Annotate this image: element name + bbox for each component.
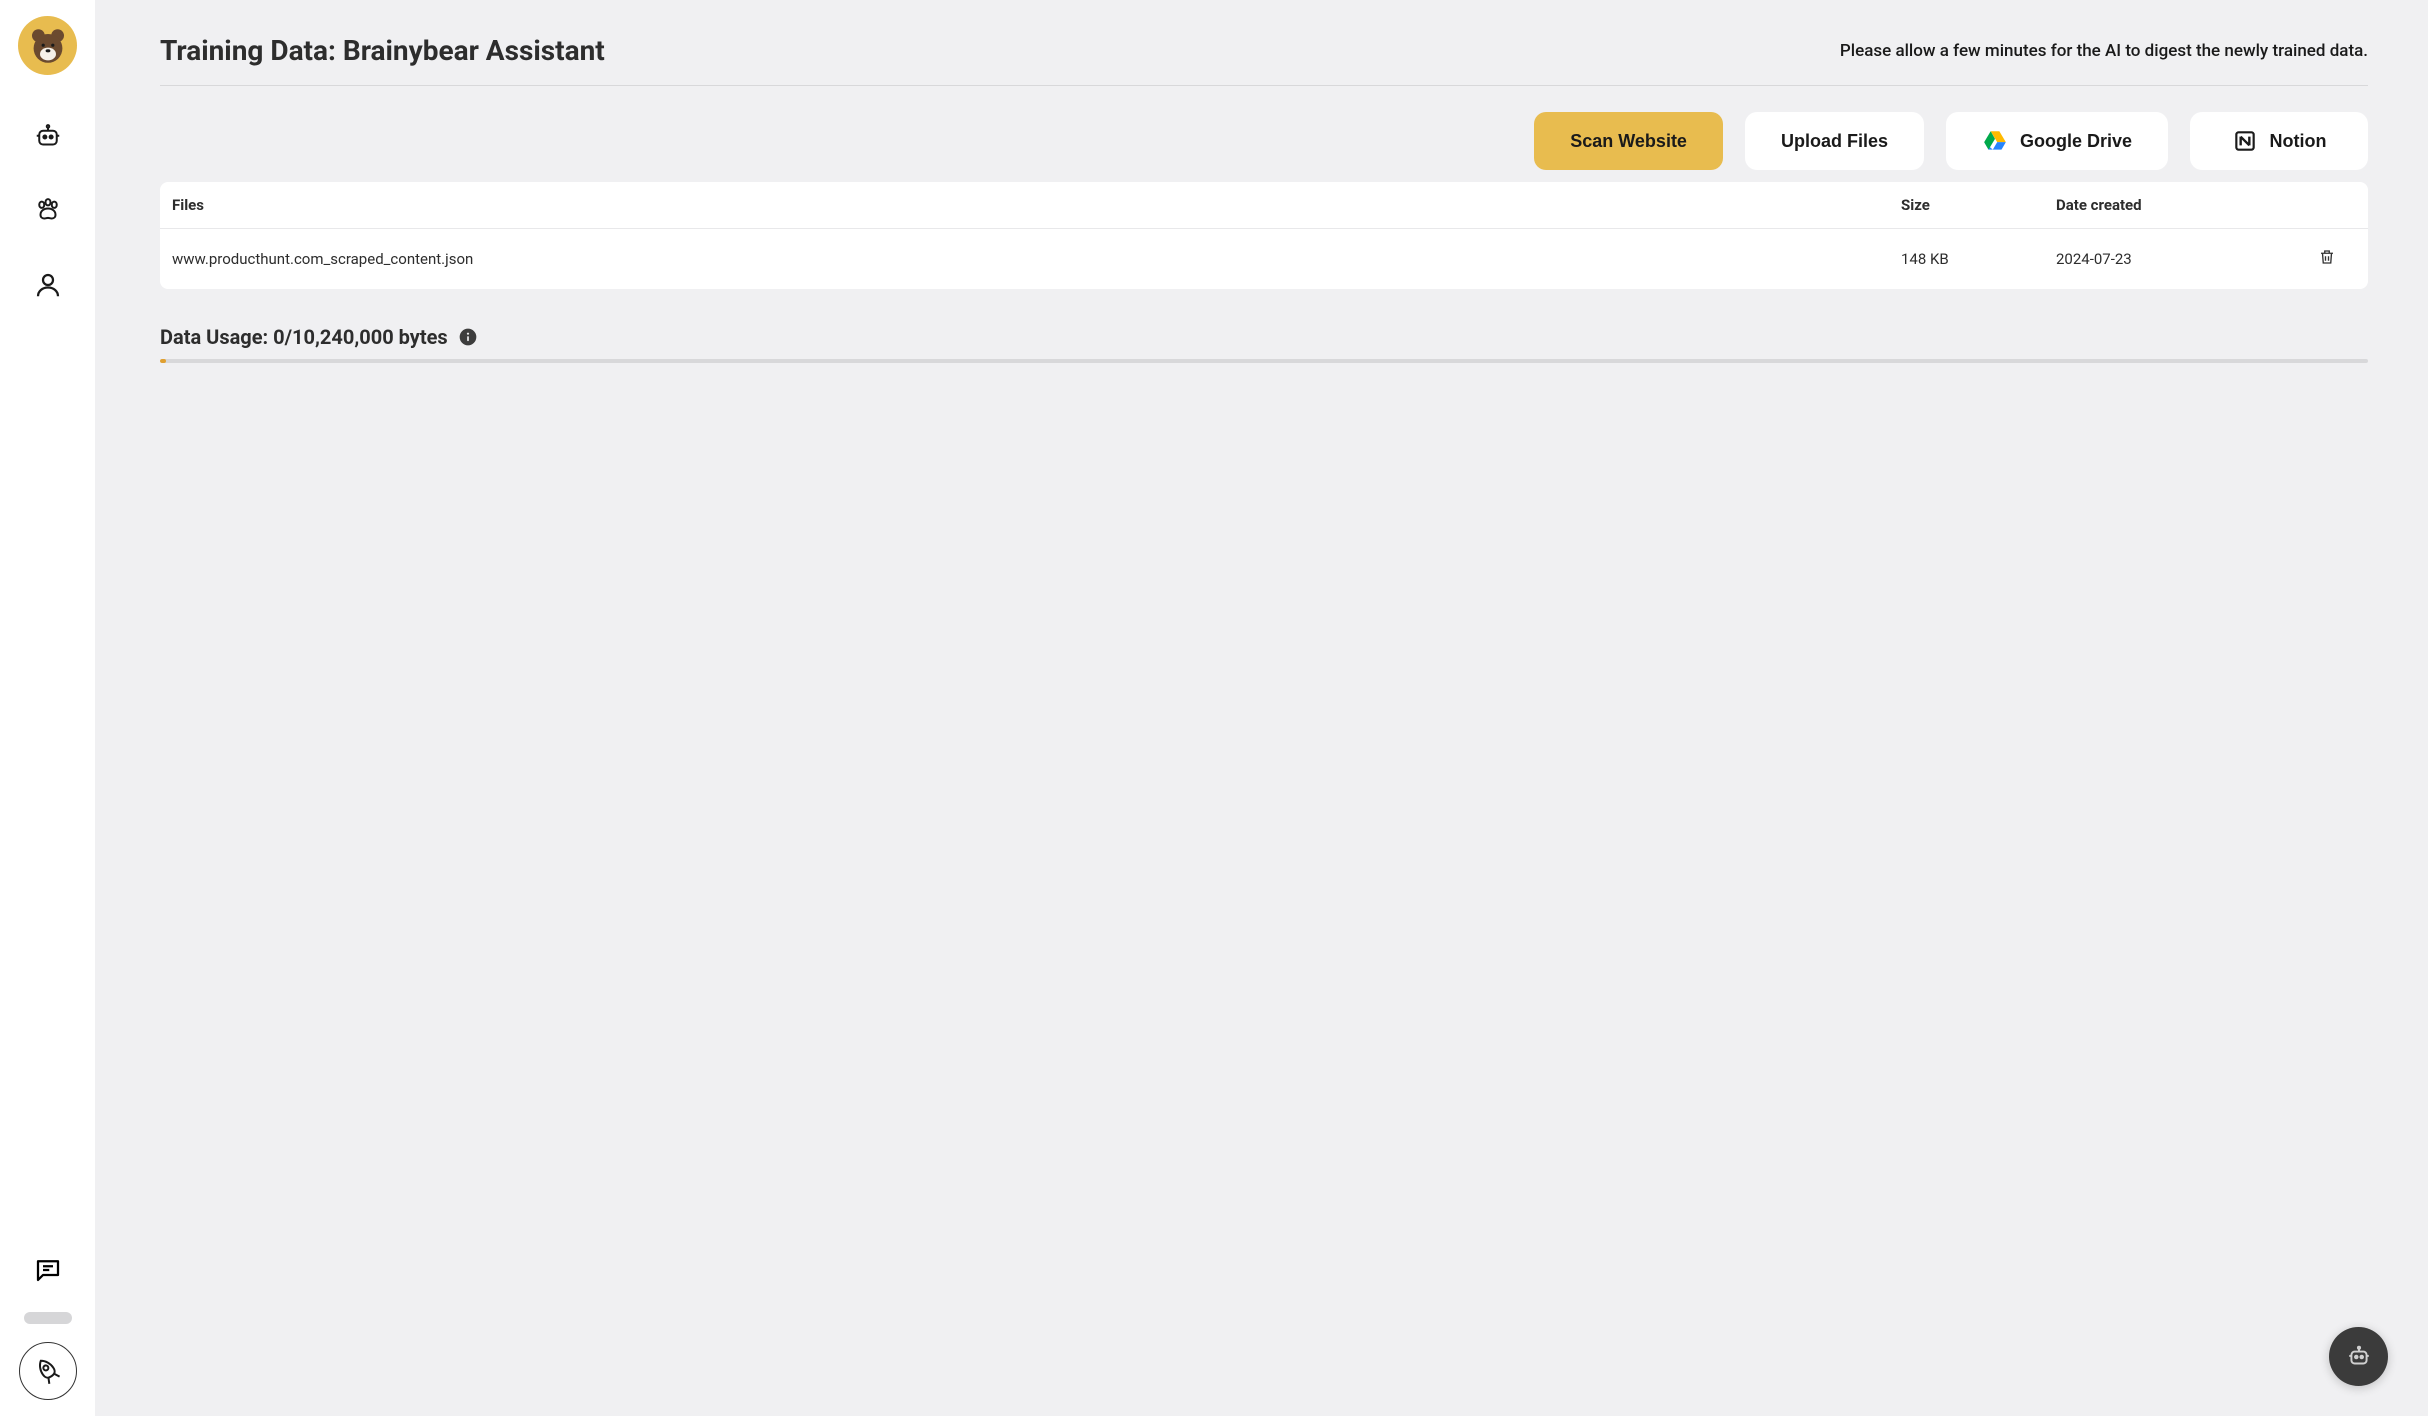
nav-paw[interactable] bbox=[24, 187, 72, 235]
google-drive-icon bbox=[1982, 128, 2008, 154]
usage-progress-bar bbox=[160, 359, 166, 363]
info-icon[interactable] bbox=[458, 327, 478, 347]
sidebar bbox=[0, 0, 95, 1416]
data-usage-label: Data Usage: 0/10,240,000 bytes bbox=[160, 325, 448, 349]
sidebar-toggle-pill[interactable] bbox=[24, 1312, 72, 1324]
action-buttons: Scan Website Upload Files Google Drive bbox=[160, 112, 2368, 170]
notion-label: Notion bbox=[2270, 131, 2327, 152]
col-header-date: Date created bbox=[2056, 196, 2246, 214]
rocket-icon bbox=[27, 1350, 69, 1392]
main-content: Training Data: Brainybear Assistant Plea… bbox=[95, 0, 2428, 1416]
file-name: www.producthunt.com_scraped_content.json bbox=[172, 250, 1901, 268]
bear-icon bbox=[28, 26, 68, 66]
chat-fab[interactable] bbox=[2329, 1327, 2388, 1386]
nav-user[interactable] bbox=[24, 261, 72, 309]
table-header: Files Size Date created bbox=[160, 182, 2368, 229]
paw-icon bbox=[33, 196, 63, 226]
google-drive-label: Google Drive bbox=[2020, 131, 2132, 152]
logo-bear[interactable] bbox=[18, 16, 77, 75]
page-header: Training Data: Brainybear Assistant Plea… bbox=[160, 34, 2368, 86]
scan-website-label: Scan Website bbox=[1570, 131, 1687, 152]
user-icon bbox=[33, 270, 63, 300]
nav-robot[interactable] bbox=[24, 113, 72, 161]
robot-icon bbox=[33, 122, 63, 152]
table-row: www.producthunt.com_scraped_content.json… bbox=[160, 229, 2368, 289]
col-header-size: Size bbox=[1901, 196, 2056, 214]
col-header-actions bbox=[2246, 196, 2356, 214]
delete-file-button[interactable] bbox=[2318, 247, 2336, 271]
feedback-icon bbox=[33, 1255, 63, 1285]
trash-icon bbox=[2318, 247, 2336, 267]
data-usage-row: Data Usage: 0/10,240,000 bytes bbox=[160, 325, 2368, 349]
scan-website-button[interactable]: Scan Website bbox=[1534, 112, 1723, 170]
upload-files-label: Upload Files bbox=[1781, 131, 1888, 152]
chatbot-icon bbox=[2346, 1344, 2372, 1370]
notion-icon bbox=[2232, 128, 2258, 154]
col-header-files: Files bbox=[172, 196, 1901, 214]
page-title: Training Data: Brainybear Assistant bbox=[160, 34, 605, 67]
upload-files-button[interactable]: Upload Files bbox=[1745, 112, 1924, 170]
google-drive-button[interactable]: Google Drive bbox=[1946, 112, 2168, 170]
file-size: 148 KB bbox=[1901, 250, 2056, 268]
processing-notice: Please allow a few minutes for the AI to… bbox=[1840, 41, 2368, 61]
notion-button[interactable]: Notion bbox=[2190, 112, 2368, 170]
sidebar-bottom bbox=[19, 1246, 77, 1400]
nav-feedback[interactable] bbox=[24, 1246, 72, 1294]
files-table: Files Size Date created www.producthunt.… bbox=[160, 182, 2368, 289]
usage-progress bbox=[160, 359, 2368, 363]
rocket-button[interactable] bbox=[19, 1342, 77, 1400]
file-date: 2024-07-23 bbox=[2056, 250, 2246, 268]
